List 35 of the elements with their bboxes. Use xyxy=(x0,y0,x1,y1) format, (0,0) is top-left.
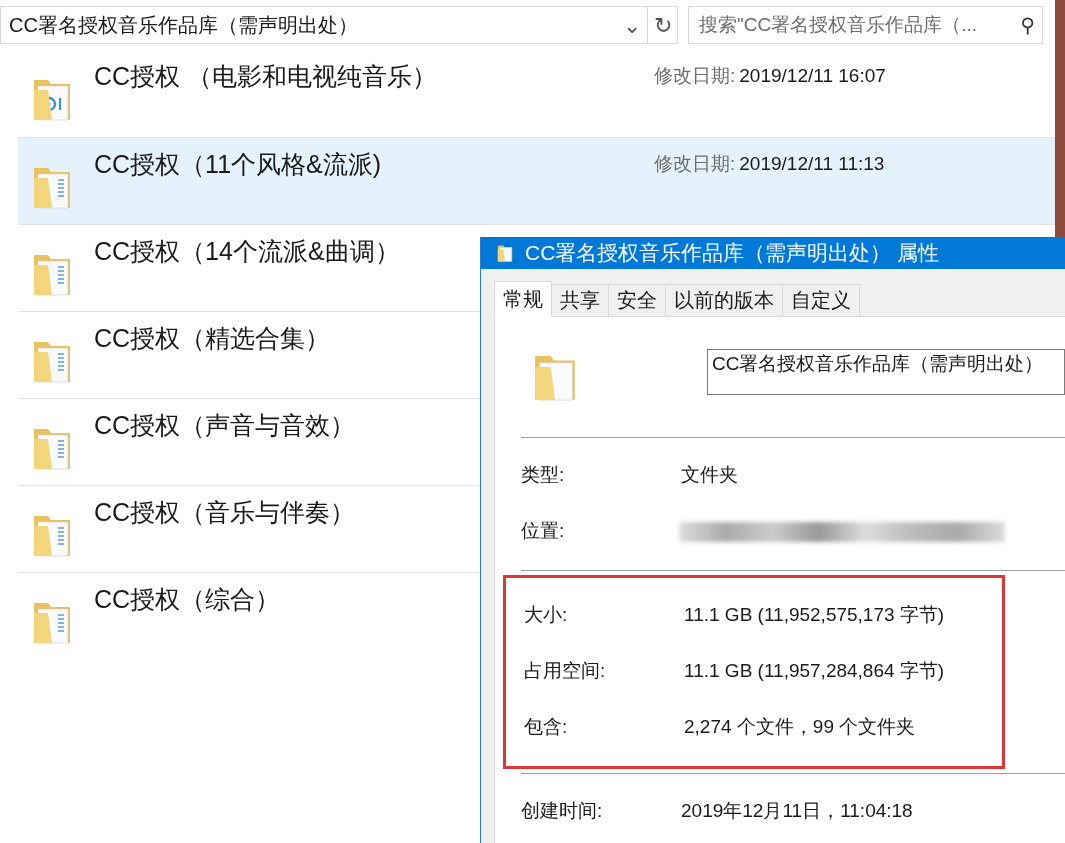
date-label: 修改日期: xyxy=(654,64,736,88)
search-placeholder: 搜索"CC署名授权音乐作品库（... xyxy=(698,12,979,37)
property-value: 11.1 GB (11,952,575,173 字节) xyxy=(684,603,945,628)
folder-name: CC授权（14个流派&曲调） xyxy=(94,237,400,265)
folder-name: CC授权（综合） xyxy=(94,585,281,613)
name-field[interactable]: CC署名授权音乐作品库（需声明出处） xyxy=(707,348,1065,395)
address-bar[interactable]: CC署名授权音乐作品库（需声明出处） ⌄ ↻ xyxy=(0,6,678,44)
folder-name: CC授权 （电影和电视纯音乐） xyxy=(94,62,438,90)
property-label: 类型: xyxy=(521,463,566,488)
property-value: 11.1 GB (11,957,284,864 字节) xyxy=(684,659,945,684)
property-value: 2019年12月11日，11:04:18 xyxy=(681,799,913,824)
tab[interactable]: 常规 xyxy=(494,280,552,317)
search-icon[interactable]: ⚲ xyxy=(1012,10,1042,40)
property-label: 位置: xyxy=(521,519,566,544)
dialog-title: CC署名授权音乐作品库（需声明出处） 属性 xyxy=(525,240,940,266)
folder-name: CC授权（精选合集） xyxy=(94,324,331,352)
address-path: CC署名授权音乐作品库（需声明出处） xyxy=(8,13,359,38)
property-label: 包含: xyxy=(524,715,569,740)
search-field[interactable]: 搜索"CC署名授权音乐作品库（... ⚲ xyxy=(688,6,1043,44)
date-label: 修改日期: xyxy=(654,152,736,176)
folder-item[interactable]: CC授权（11个风格&流派) 修改日期: 2019/12/11 11:13 xyxy=(18,137,1055,224)
property-label: 创建时间: xyxy=(521,799,604,824)
date-value: 2019/12/11 11:13 xyxy=(739,152,885,176)
folder-name: CC授权（声音与音效） xyxy=(94,411,356,439)
date-value: 2019/12/11 16:07 xyxy=(739,64,886,88)
property-value: 文件夹 xyxy=(681,463,738,488)
property-label: 大小: xyxy=(524,603,569,628)
tab[interactable]: 自定义 xyxy=(782,283,860,317)
folder-name: CC授权（音乐与伴奏） xyxy=(94,498,356,526)
refresh-button[interactable]: ↻ xyxy=(647,7,677,43)
dropdown-button[interactable]: ⌄ xyxy=(617,8,647,42)
folder-name: CC授权（11个风格&流派) xyxy=(94,150,382,178)
property-value: 2,274 个文件，99 个文件夹 xyxy=(684,715,916,740)
property-label: 占用空间: xyxy=(524,659,607,684)
folder-item[interactable]: CC授权 （电影和电视纯音乐） 修改日期: 2019/12/11 16:07 xyxy=(18,50,1055,137)
